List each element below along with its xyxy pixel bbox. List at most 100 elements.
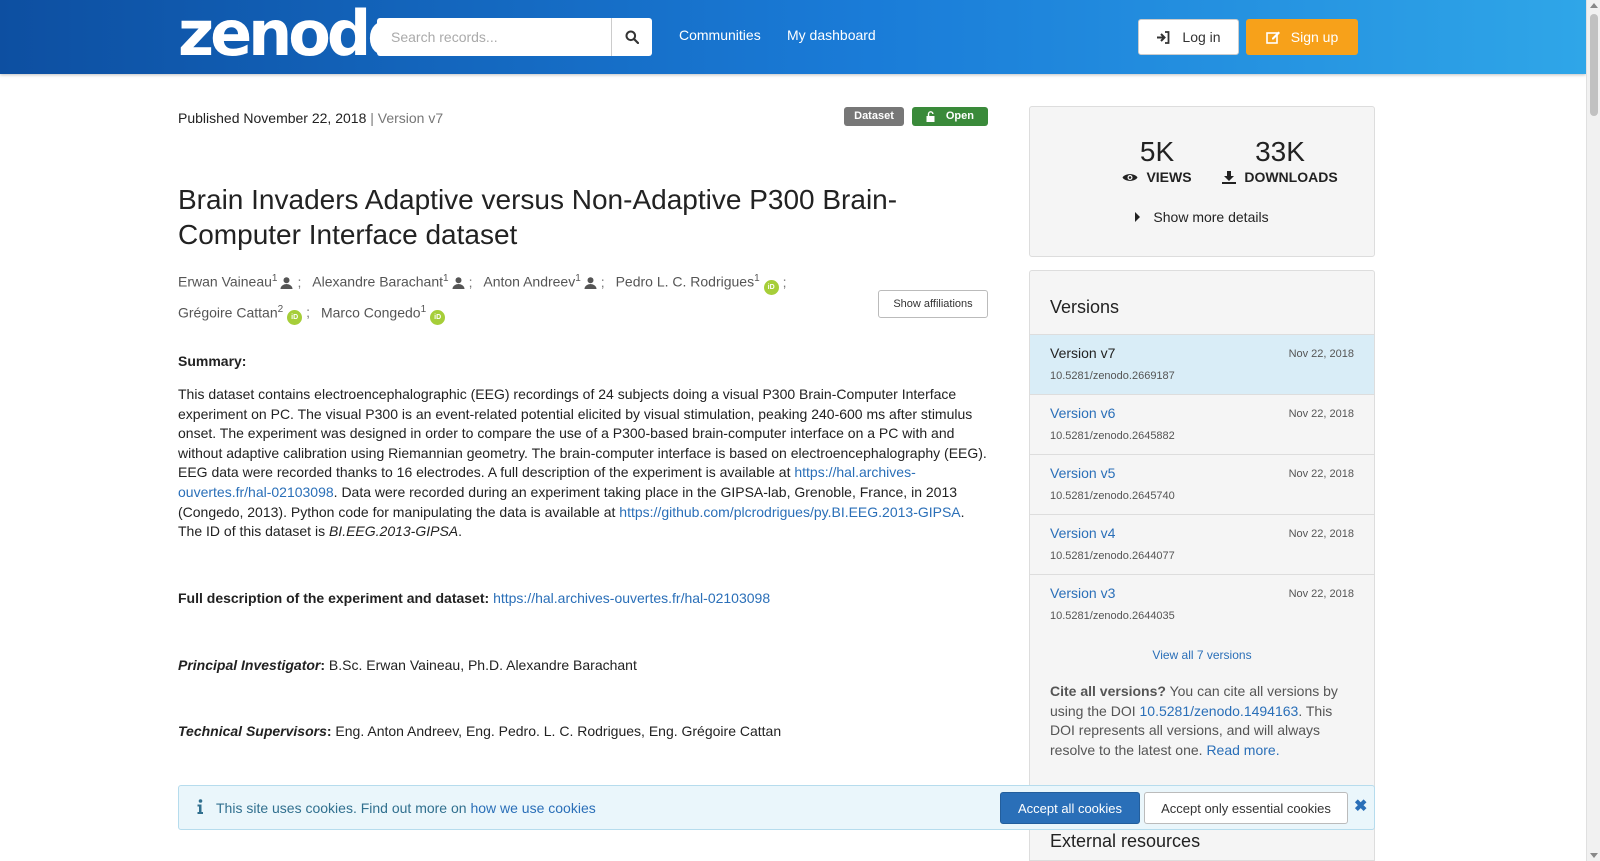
pi-label: Principal Investigator bbox=[178, 657, 321, 673]
scroll-thumb[interactable] bbox=[1590, 14, 1598, 116]
affiliation-sup: 2 bbox=[277, 303, 284, 315]
accept-essential-cookies-button[interactable]: Accept only essential cookies bbox=[1144, 792, 1348, 824]
downloads-stat: 33K DOWNLOADS bbox=[1215, 135, 1345, 185]
scroll-down-arrow-icon[interactable] bbox=[1590, 853, 1598, 858]
full-description-line: Full description of the experiment and d… bbox=[178, 590, 770, 606]
version-name[interactable]: Version v4 bbox=[1050, 525, 1115, 541]
caret-right-icon bbox=[1135, 212, 1141, 222]
downloads-label: DOWNLOADS bbox=[1244, 169, 1338, 185]
sign-in-icon bbox=[1157, 30, 1170, 44]
views-stat: 5K VIEWS bbox=[1092, 135, 1222, 185]
summary-heading: Summary: bbox=[178, 353, 247, 369]
record-main: Published November 22, 2018 | Version v7… bbox=[178, 106, 988, 739]
read-more-link[interactable]: Read more. bbox=[1206, 742, 1279, 758]
version-row[interactable]: Version v6 Nov 22, 2018 10.5281/zenodo.2… bbox=[1030, 394, 1374, 454]
version-doi: 10.5281/zenodo.2644077 bbox=[1050, 550, 1175, 562]
cookie-policy-link[interactable]: how we use cookies bbox=[470, 800, 595, 816]
orcid-icon[interactable]: iD bbox=[430, 310, 446, 326]
signup-button[interactable]: Sign up bbox=[1246, 19, 1358, 55]
version-name[interactable]: Version v6 bbox=[1050, 405, 1115, 421]
version-doi: 10.5281/zenodo.2645882 bbox=[1050, 430, 1175, 442]
nav-my-dashboard[interactable]: My dashboard bbox=[787, 27, 876, 43]
version-doi: 10.5281/zenodo.2669187 bbox=[1050, 370, 1175, 382]
version-date: Nov 22, 2018 bbox=[1288, 588, 1354, 600]
version-date: Nov 22, 2018 bbox=[1288, 528, 1354, 540]
record-title: Brain Invaders Adaptive versus Non-Adapt… bbox=[178, 184, 898, 250]
author-name[interactable]: Grégoire Cattan bbox=[178, 304, 278, 320]
concept-doi-link[interactable]: 10.5281/zenodo.1494163 bbox=[1140, 703, 1299, 719]
cookie-text: This site uses cookies. Find out more on bbox=[216, 800, 471, 816]
version-row[interactable]: Version v5 Nov 22, 2018 10.5281/zenodo.2… bbox=[1030, 454, 1374, 514]
dataset-badge[interactable]: Dataset bbox=[844, 107, 904, 126]
affiliation-sup: 1 bbox=[575, 273, 581, 284]
version-row[interactable]: Version v4 Nov 22, 2018 10.5281/zenodo.2… bbox=[1030, 514, 1374, 574]
accept-all-cookies-button[interactable]: Accept all cookies bbox=[1000, 792, 1140, 824]
page-scrollbar[interactable] bbox=[1586, 0, 1600, 861]
github-link[interactable]: https://github.com/plcrodrigues/py.BI.EE… bbox=[619, 504, 960, 520]
version-row[interactable]: Version v7 Nov 22, 2018 10.5281/zenodo.2… bbox=[1030, 334, 1374, 394]
stats-panel: 5K VIEWS 33K DOWNLOADS Show more details bbox=[1029, 106, 1375, 257]
summary-text: . bbox=[458, 523, 463, 540]
search-input[interactable] bbox=[377, 18, 612, 56]
version-row[interactable]: Version v3 Nov 22, 2018 10.5281/zenodo.2… bbox=[1030, 574, 1374, 634]
author-name[interactable]: Pedro L. C. Rodrigues bbox=[616, 274, 755, 290]
version-name[interactable]: Version v5 bbox=[1050, 465, 1115, 481]
version-name: Version v7 bbox=[1050, 345, 1116, 361]
login-label: Log in bbox=[1182, 29, 1221, 45]
cite-all-versions: Cite all versions? You can cite all vers… bbox=[1050, 682, 1360, 760]
top-navbar: zenodo Communities My dashboard Log in S… bbox=[0, 0, 1586, 74]
show-affiliations-button[interactable]: Show affiliations bbox=[878, 290, 988, 318]
close-icon[interactable]: ✖ bbox=[1354, 796, 1367, 816]
cite-bold: Cite all versions? bbox=[1050, 683, 1166, 699]
affiliation-sup: 1 bbox=[420, 303, 427, 315]
separator: ; bbox=[600, 273, 605, 290]
unlock-icon bbox=[926, 111, 935, 122]
separator: ; bbox=[782, 273, 787, 290]
author-name[interactable]: Alexandre Barachant bbox=[312, 274, 443, 290]
cookie-banner: This site uses cookies. Find out more on… bbox=[178, 785, 1375, 830]
version-doi: 10.5281/zenodo.2644035 bbox=[1050, 610, 1175, 622]
nav-communities[interactable]: Communities bbox=[679, 27, 761, 43]
edit-icon bbox=[1265, 31, 1280, 44]
affiliation-sup: 1 bbox=[754, 273, 760, 284]
versions-title: Versions bbox=[1050, 297, 1120, 317]
author: Alexandre Barachant1 bbox=[312, 265, 465, 296]
affiliation-sup: 1 bbox=[443, 273, 449, 284]
published-label: Published bbox=[178, 110, 240, 126]
affiliation-sup: 1 bbox=[271, 273, 278, 284]
orcid-icon[interactable]: iD bbox=[763, 279, 779, 295]
external-resources-heading: External resources bbox=[1050, 831, 1201, 851]
author-name[interactable]: Anton Andreev bbox=[483, 274, 575, 290]
download-icon bbox=[1222, 170, 1237, 184]
open-label: Open bbox=[945, 110, 974, 122]
person-icon bbox=[584, 276, 597, 289]
search-icon bbox=[625, 30, 639, 44]
ts-label: Technical Supervisors bbox=[178, 723, 327, 739]
version-name[interactable]: Version v3 bbox=[1050, 585, 1115, 601]
separator: ; bbox=[306, 304, 311, 321]
author-name[interactable]: Marco Congedo bbox=[321, 304, 421, 320]
view-all-versions-link[interactable]: View all 7 versions bbox=[1030, 648, 1374, 662]
principal-investigator-line: Principal Investigator: B.Sc. Erwan Vain… bbox=[178, 657, 637, 673]
eye-icon bbox=[1122, 173, 1138, 181]
cookie-message: This site uses cookies. Find out more on… bbox=[216, 800, 596, 816]
scroll-up-arrow-icon[interactable] bbox=[1590, 3, 1598, 8]
open-access-badge[interactable]: Open bbox=[911, 107, 988, 126]
login-button[interactable]: Log in bbox=[1138, 19, 1239, 55]
person-icon bbox=[280, 276, 293, 289]
record-badges: Dataset Open bbox=[844, 107, 988, 126]
separator: ; bbox=[297, 273, 302, 290]
author-name[interactable]: Erwan Vaineau bbox=[178, 274, 272, 290]
full-description-link[interactable]: https://hal.archives-ouvertes.fr/hal-021… bbox=[493, 590, 770, 606]
show-more-details-toggle[interactable]: Show more details bbox=[1030, 209, 1374, 225]
downloads-label-row: DOWNLOADS bbox=[1215, 169, 1345, 185]
author: Marco Congedo1iD bbox=[321, 296, 446, 327]
full-description-label: Full description of the experiment and d… bbox=[178, 590, 490, 606]
zenodo-logo[interactable]: zenodo bbox=[178, 2, 410, 66]
separator: ; bbox=[468, 273, 473, 290]
publication-info: Published November 22, 2018 | Version v7… bbox=[178, 106, 988, 130]
technical-supervisors-line: Technical Supervisors: Eng. Anton Andree… bbox=[178, 723, 782, 739]
views-label: VIEWS bbox=[1146, 169, 1192, 185]
search-button[interactable] bbox=[612, 18, 652, 56]
orcid-icon[interactable]: iD bbox=[287, 310, 303, 326]
